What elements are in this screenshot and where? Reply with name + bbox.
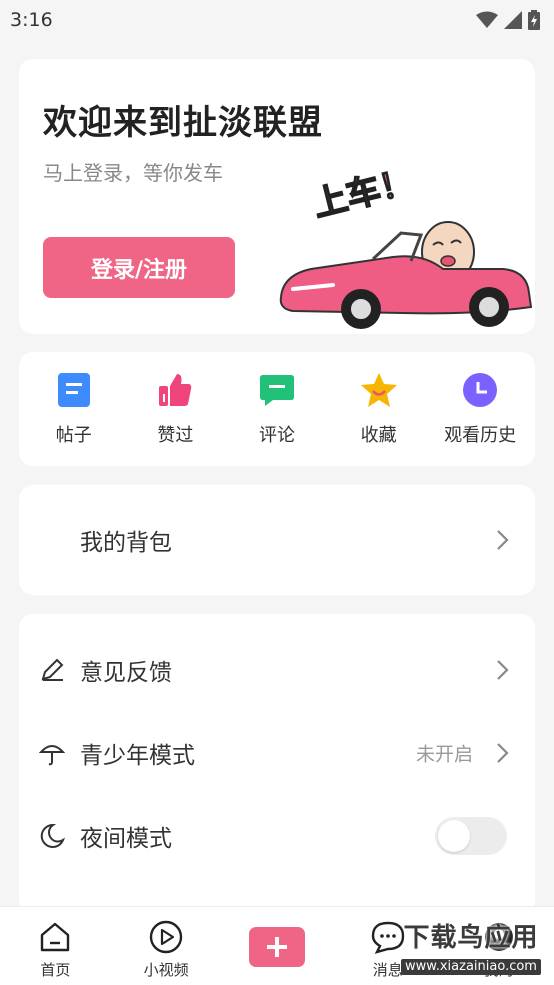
nav-add-post[interactable] — [232, 907, 322, 967]
watermark: 下载鸟应用 www.xiazainiao.com — [390, 921, 552, 981]
watermark-main: 下载鸟应用 — [403, 923, 539, 953]
nav-label: 首页 — [40, 961, 71, 979]
chevron-right-icon — [497, 743, 509, 763]
clock-icon — [461, 371, 499, 409]
youth-mode-row[interactable]: 青少年模式 未开启 — [19, 723, 535, 783]
toggle-knob — [438, 820, 470, 852]
shortcut-liked[interactable]: 赞过 — [125, 371, 225, 447]
shortcut-history[interactable]: 观看历史 — [430, 371, 530, 447]
wifi-icon — [476, 11, 498, 28]
shortcut-label: 赞过 — [157, 425, 194, 446]
night-mode-toggle[interactable] — [435, 817, 507, 855]
backpack-row[interactable]: 我的背包 — [19, 510, 535, 570]
shortcut-posts[interactable]: 帖子 — [24, 371, 124, 447]
play-icon — [148, 919, 184, 955]
welcome-card: 欢迎来到扯淡联盟 马上登录，等你发车 登录/注册 上车！ — [19, 59, 535, 334]
illustration-caption: 上车！ — [309, 162, 418, 225]
shortcut-comments[interactable]: 评论 — [227, 371, 327, 447]
pencil-icon — [41, 658, 64, 681]
nav-home[interactable]: 首页 — [10, 907, 100, 980]
shortcut-favorites[interactable]: 收藏 — [329, 371, 429, 447]
comment-icon — [258, 371, 296, 409]
night-mode-row: 夜间模式 — [19, 806, 535, 866]
backpack-label: 我的背包 — [80, 530, 172, 556]
welcome-title: 欢迎来到扯淡联盟 — [43, 103, 323, 143]
status-time: 3:16 — [10, 9, 53, 31]
status-icons — [476, 10, 540, 30]
battery-icon — [528, 10, 540, 30]
login-register-button[interactable]: 登录/注册 — [43, 237, 235, 298]
status-bar: 3:16 — [0, 0, 554, 40]
welcome-subtitle: 马上登录，等你发车 — [43, 161, 223, 185]
chevron-right-icon — [497, 530, 509, 550]
add-icon — [266, 937, 287, 957]
signal-icon — [504, 11, 522, 29]
shortcut-label: 观看历史 — [444, 425, 517, 446]
youth-mode-status: 未开启 — [415, 743, 473, 766]
umbrella-icon — [39, 745, 65, 766]
add-post-button[interactable] — [248, 927, 305, 967]
night-mode-label: 夜间模式 — [80, 826, 172, 852]
shortcut-label: 收藏 — [360, 425, 397, 446]
shortcut-label: 评论 — [258, 425, 295, 446]
feedback-row[interactable]: 意见反馈 — [19, 640, 535, 700]
post-icon — [55, 371, 93, 409]
star-icon — [360, 371, 398, 409]
youth-mode-label: 青少年模式 — [80, 743, 195, 769]
moon-icon — [40, 823, 65, 848]
backpack-card: 我的背包 — [19, 485, 535, 595]
feedback-label: 意见反馈 — [80, 660, 172, 686]
shortcuts-card: 帖子 赞过 评论 收藏 观看历史 — [19, 352, 535, 466]
nav-label: 小视频 — [143, 961, 189, 979]
nav-short-video[interactable]: 小视频 — [121, 907, 211, 980]
settings-card: 意见反馈 青少年模式 未开启 夜间模式 — [19, 614, 535, 914]
home-icon — [37, 919, 73, 955]
shortcut-label: 帖子 — [55, 425, 92, 446]
thumbs-up-icon — [156, 371, 194, 409]
car-illustration: 上车！ — [279, 161, 533, 329]
chevron-right-icon — [497, 660, 509, 680]
watermark-sub: www.xiazainiao.com — [401, 959, 541, 975]
